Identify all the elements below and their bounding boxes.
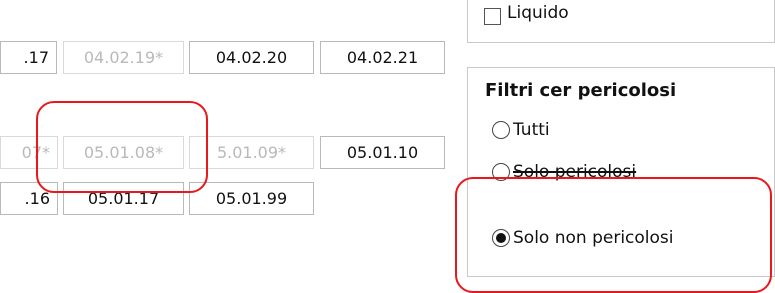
cer-code-button[interactable]: .16: [0, 182, 58, 215]
liquido-checkbox[interactable]: [484, 7, 501, 25]
radio-label: Tutti: [513, 120, 550, 140]
cer-code-button[interactable]: 05.01.10: [320, 136, 445, 169]
radio-dot: [496, 233, 506, 243]
radio-label: Solo pericolosi: [513, 162, 637, 182]
cer-code-label: 07*: [21, 142, 50, 162]
cer-code-label: 05.01.10: [346, 142, 419, 162]
cer-code-button[interactable]: 04.02.21: [320, 41, 445, 74]
cer-code-label: 04.02.20: [215, 47, 288, 67]
cer-code-button[interactable]: 05.01.17: [63, 182, 184, 215]
radio-button-selected[interactable]: [492, 229, 510, 247]
cer-code-label: 05.01.99: [215, 188, 288, 208]
cer-code-label: 5.01.09*: [216, 142, 287, 162]
liquido-checkbox-row[interactable]: Liquido: [484, 3, 569, 26]
cer-code-label: .16: [24, 188, 50, 208]
radio-label: Solo non pericolosi: [513, 228, 674, 248]
radio-option-solo-non-pericolosi[interactable]: Solo non pericolosi: [492, 228, 674, 248]
cer-code-label: 05.01.17: [87, 188, 160, 208]
radio-option-solo-pericolosi[interactable]: Solo pericolosi: [492, 162, 636, 182]
cer-code-label: 04.02.21: [346, 47, 419, 67]
cer-code-button[interactable]: 05.01.99: [189, 182, 314, 215]
radio-button[interactable]: [492, 121, 510, 139]
cer-code-button-disabled: 07*: [0, 136, 58, 169]
cer-filter-title: Filtri cer pericolosi: [485, 80, 677, 101]
liquido-label: Liquido: [507, 3, 569, 23]
cer-code-label: .17: [23, 47, 49, 67]
cer-code-button-disabled: 05.01.08*: [63, 136, 184, 169]
cer-code-button[interactable]: .17: [0, 41, 57, 74]
cer-code-button-disabled: 5.01.09*: [189, 136, 314, 169]
radio-option-tutti[interactable]: Tutti: [492, 120, 550, 140]
cer-code-button[interactable]: 04.02.20: [189, 41, 314, 74]
cer-code-label: 05.01.08*: [83, 142, 164, 162]
cer-code-button-disabled: 04.02.19*: [63, 41, 184, 74]
cer-code-label: 04.02.19*: [83, 47, 164, 67]
radio-button[interactable]: [492, 163, 510, 181]
